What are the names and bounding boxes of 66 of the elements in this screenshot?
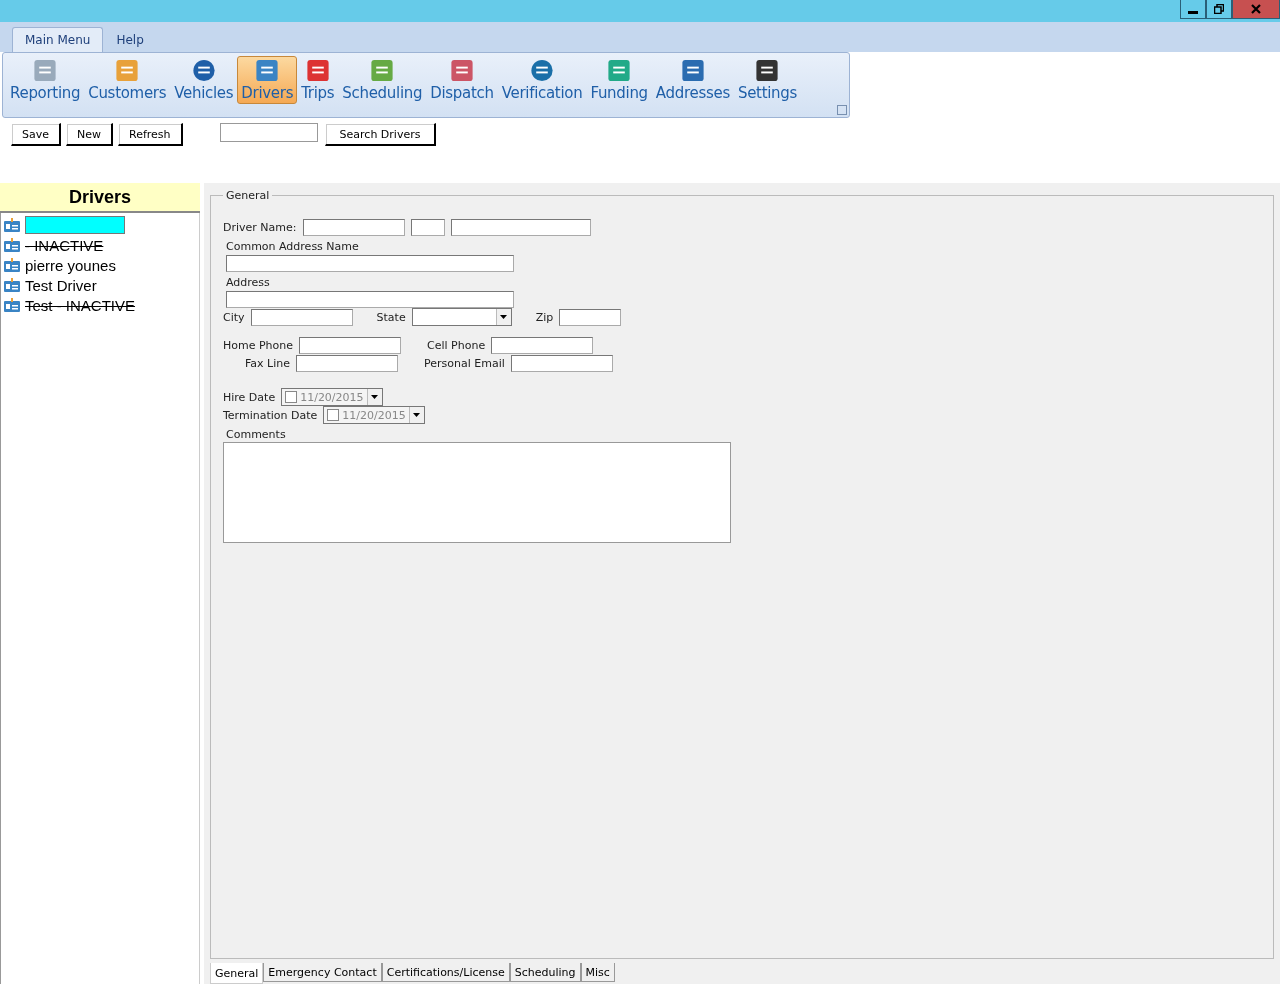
ribbon-button[interactable]: Trips	[297, 56, 339, 104]
group-title: General	[225, 189, 271, 202]
field-label: Hire Date	[223, 390, 276, 404]
menu-tab[interactable]: Main Menu	[12, 27, 104, 52]
ribbon-button[interactable]: Addresses	[651, 56, 734, 104]
ribbon-button[interactable]: Vehicles	[170, 56, 238, 104]
comments-field[interactable]	[223, 442, 731, 543]
driver-item[interactable]: Test - INACTIVE	[4, 295, 196, 315]
search-button[interactable]: Search Drivers	[324, 123, 437, 146]
dropdown-arrow-icon	[413, 413, 421, 417]
dropdown-arrow-icon	[371, 395, 379, 399]
driver-item[interactable]: pierre younes	[4, 255, 196, 275]
field-label: Comments	[226, 428, 286, 441]
text-field[interactable]	[410, 218, 445, 236]
field-label: Cell Phone	[427, 338, 486, 352]
field-label: Address	[226, 276, 270, 289]
text-field[interactable]	[302, 218, 405, 236]
text-field[interactable]	[250, 308, 353, 326]
close-icon[interactable]	[1232, 0, 1280, 19]
text-field[interactable]	[226, 254, 514, 272]
form-tab[interactable]: Misc	[580, 963, 615, 982]
badge-icon	[4, 238, 20, 252]
text-field[interactable]	[510, 354, 613, 372]
field-label: City	[223, 310, 245, 324]
driver-item[interactable]: - INACTIVE	[4, 235, 196, 255]
toolbar-button[interactable]: Refresh	[118, 123, 183, 146]
ribbon-button[interactable]: Settings	[733, 56, 802, 104]
toolbar-button[interactable]: New	[66, 123, 113, 146]
badge-icon	[4, 278, 20, 292]
text-field[interactable]	[450, 218, 591, 236]
badge-icon	[4, 258, 20, 272]
search-field[interactable]	[219, 123, 318, 142]
minimize-icon[interactable]	[1180, 0, 1206, 19]
field-label: Personal Email	[424, 356, 505, 370]
toolbar-button[interactable]: Save	[11, 123, 61, 146]
badge-icon	[4, 298, 20, 312]
ribbon-button[interactable]: Verification	[497, 56, 587, 104]
field-label: Zip	[535, 310, 554, 324]
dialog-launcher-icon[interactable]	[837, 105, 847, 115]
field-label: Common Address Name	[226, 240, 359, 253]
menu-tab[interactable]: Help	[103, 27, 157, 52]
form-tab[interactable]: Scheduling	[509, 963, 581, 982]
field-label: Termination Date	[223, 408, 318, 422]
text-field[interactable]	[491, 336, 594, 354]
ribbon-button[interactable]: Funding	[586, 56, 652, 104]
badge-icon	[4, 218, 20, 232]
sidebar-title: Drivers	[0, 183, 200, 213]
text-field[interactable]	[296, 354, 398, 372]
state-dropdown[interactable]	[411, 308, 512, 326]
text-field[interactable]	[226, 290, 514, 308]
field-label: State	[376, 310, 406, 324]
ribbon-button[interactable]: Reporting	[6, 56, 85, 104]
field-label: Home Phone	[223, 338, 294, 352]
dropdown-arrow-icon	[500, 315, 508, 319]
ribbon-button[interactable]: Scheduling	[338, 56, 427, 104]
ribbon-button[interactable]: Drivers	[237, 56, 298, 104]
text-field[interactable]	[299, 336, 402, 354]
ribbon-button[interactable]: Customers	[84, 56, 171, 104]
driver-item[interactable]: Test Driver	[4, 275, 196, 295]
text-field[interactable]	[559, 308, 622, 326]
field-label: Fax Line	[245, 356, 290, 370]
form-tab[interactable]: General	[210, 963, 264, 984]
form-tab[interactable]: Certifications/License	[381, 963, 510, 982]
ribbon-button[interactable]: Dispatch	[426, 56, 498, 104]
form-tab[interactable]: Emergency Contact	[263, 963, 382, 982]
field-label: Driver Name:	[223, 220, 297, 234]
